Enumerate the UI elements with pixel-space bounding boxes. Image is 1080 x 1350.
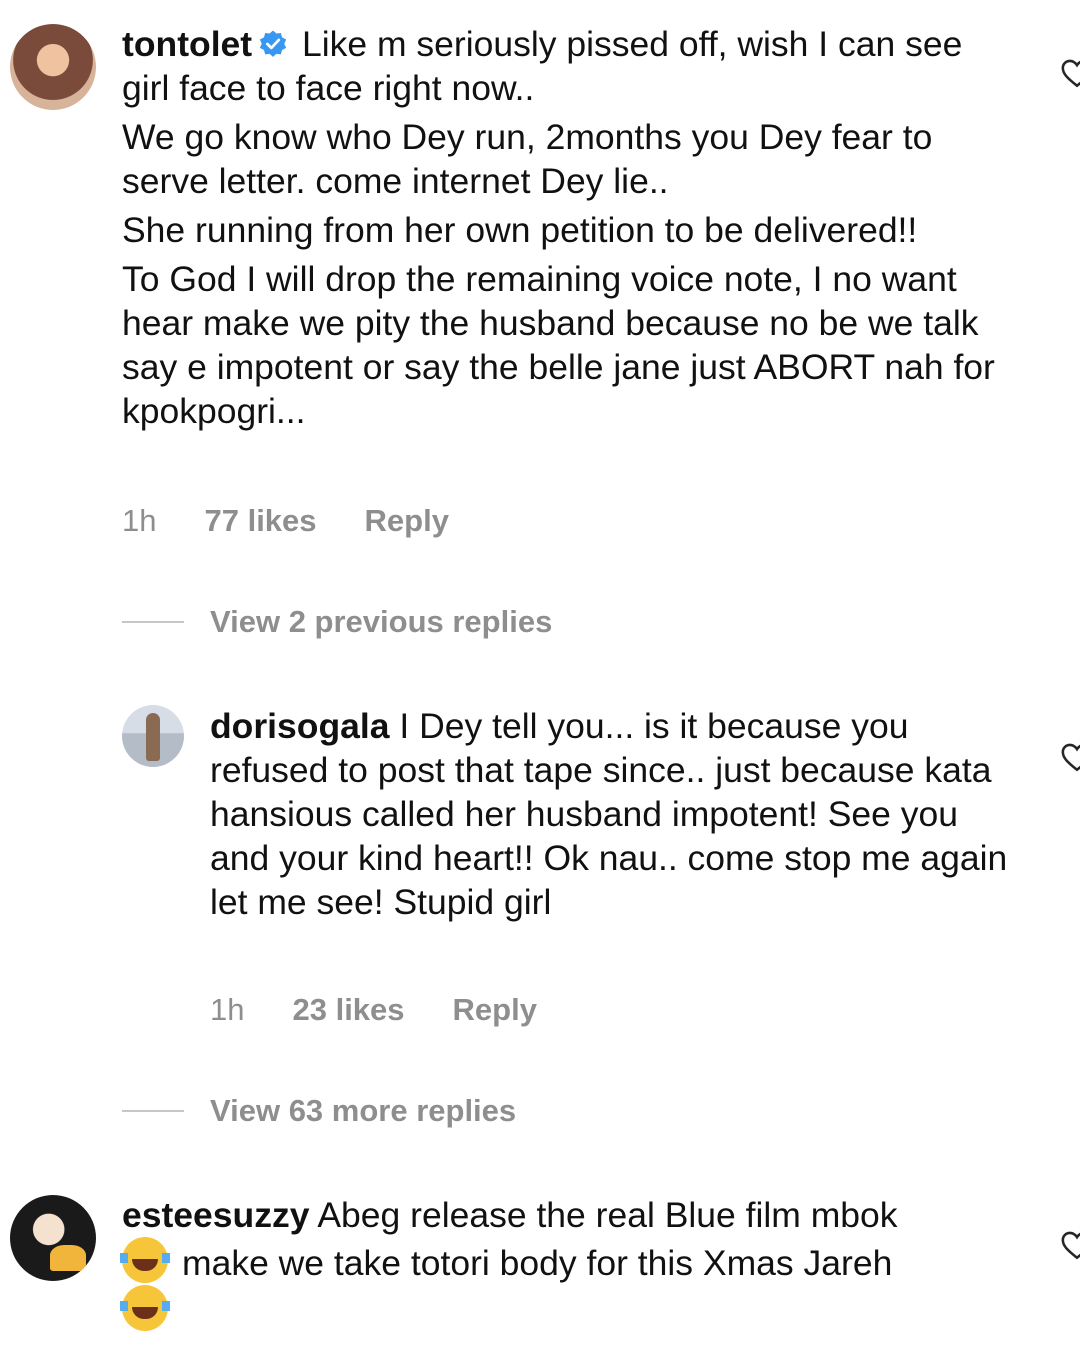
- comment-paragraph: We go know who Dey run, 2months you Dey …: [122, 117, 933, 201]
- replies-divider: [122, 1110, 184, 1112]
- face-with-tears-of-joy-emoji: [120, 1237, 170, 1283]
- view-replies-label: View 63 more replies: [210, 1093, 517, 1128]
- comment-meta: 1h 77 likes Reply: [122, 503, 497, 539]
- likes-count[interactable]: 23 likes: [292, 992, 404, 1028]
- comment-text-line: make we take totori body for this Xmas J…: [120, 1237, 1002, 1285]
- view-replies-label: View 2 previous replies: [210, 604, 553, 639]
- comment-tontolet: tontolet Like m seriously pissed off, wi…: [122, 22, 1002, 433]
- reply-button[interactable]: Reply: [365, 503, 449, 539]
- username-esteesuzzy[interactable]: esteesuzzy: [122, 1195, 309, 1235]
- comment-paragraph: tontolet Like m seriously pissed off, wi…: [122, 22, 1002, 110]
- replies-divider: [122, 621, 184, 623]
- username-tontolet[interactable]: tontolet: [122, 24, 252, 64]
- view-previous-replies[interactable]: View 2 previous replies: [122, 604, 552, 640]
- heart-outline-icon[interactable]: [1060, 740, 1080, 774]
- verified-badge-icon: [260, 30, 287, 57]
- likes-count[interactable]: 77 likes: [204, 503, 316, 539]
- comment-esteesuzzy: esteesuzzy Abeg release the real Blue fi…: [120, 1193, 1002, 1333]
- reply-button[interactable]: Reply: [453, 992, 537, 1028]
- comment-time: 1h: [122, 503, 157, 538]
- comment-paragraph: To God I will drop the remaining voice n…: [122, 259, 995, 431]
- face-with-tears-of-joy-emoji: [120, 1285, 170, 1331]
- avatar-tontolet[interactable]: [10, 24, 96, 110]
- username-dorisogala[interactable]: dorisogala: [210, 706, 390, 746]
- view-more-replies[interactable]: View 63 more replies: [122, 1093, 516, 1129]
- comment-meta: 1h 23 likes Reply: [210, 992, 585, 1028]
- heart-outline-icon[interactable]: [1060, 1228, 1080, 1262]
- avatar-esteesuzzy[interactable]: [10, 1195, 96, 1281]
- comment-text-line: [120, 1285, 1002, 1333]
- comment-text: make we take totori body for this Xmas J…: [182, 1243, 893, 1283]
- avatar-dorisogala[interactable]: [122, 705, 184, 767]
- comment-time: 1h: [210, 992, 245, 1027]
- comment-text: Abeg release the real Blue film mbok: [317, 1195, 898, 1235]
- comment-paragraph: She running from her own petition to be …: [122, 210, 918, 250]
- comment-dorisogala: dorisogala I Dey tell you... is it becau…: [210, 704, 1010, 924]
- heart-outline-icon[interactable]: [1060, 56, 1080, 90]
